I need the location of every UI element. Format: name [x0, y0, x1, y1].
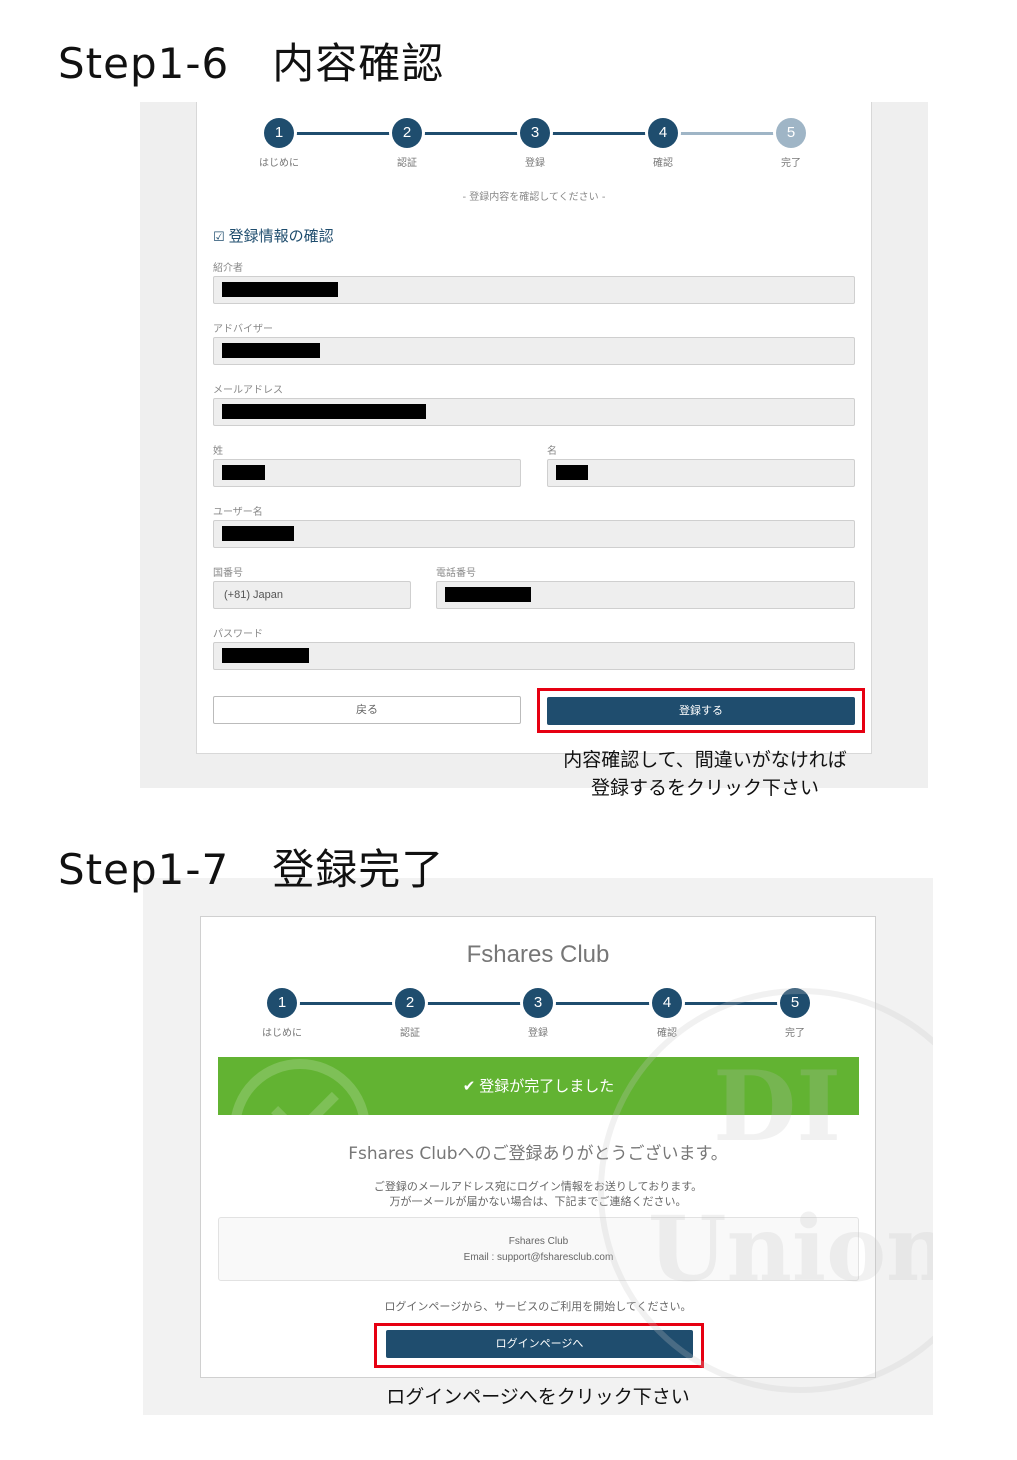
password-field	[213, 642, 855, 670]
step-label: 完了	[781, 158, 801, 169]
username-field	[213, 520, 855, 548]
section-title-text: 登録情報の確認	[228, 227, 334, 245]
password-label: パスワード	[213, 629, 263, 640]
caption-line: 登録するをクリック下さい	[590, 777, 819, 799]
first-name-field	[547, 459, 855, 487]
confirm-screenshot: 1 はじめに 2 認証 3 登録 4 確認 5 完了 - 登録内容を確認してくだ…	[140, 102, 928, 788]
advisor-field	[213, 337, 855, 365]
confirm-note: - 登録内容を確認してください -	[462, 192, 606, 203]
step-label: 認証	[400, 1028, 420, 1039]
email-field	[213, 398, 855, 426]
complete-caption: ログインページへをクリック下さい	[386, 1386, 690, 1408]
complete-screenshot: Fshares Club 1 はじめに 2 認証 3 登録 4 確認 5 完了	[143, 878, 933, 1415]
step-number: 2	[395, 988, 425, 1018]
country-code-label: 国番号	[213, 568, 243, 579]
redaction	[222, 526, 294, 541]
progress-stepper: 1 はじめに 2 認証 3 登録 4 確認 5 完了	[197, 118, 873, 178]
country-code-field: (+81) Japan	[213, 581, 411, 609]
step-number: 1	[264, 118, 294, 148]
step-number: 4	[648, 118, 678, 148]
caption-line: 内容確認して、間違いがなければ	[563, 749, 847, 771]
back-button[interactable]: 戻る	[213, 696, 521, 724]
step-label: 確認	[653, 158, 673, 169]
brand-title: Fshares Club	[466, 941, 610, 968]
step-1: 1 はじめに	[252, 988, 312, 1039]
step-number: 3	[520, 118, 550, 148]
referrer-label: 紹介者	[213, 263, 243, 274]
step-label: はじめに	[262, 1028, 302, 1039]
step-number: 4	[652, 988, 682, 1018]
step-number: 2	[392, 118, 422, 148]
check-circle-icon	[230, 1059, 370, 1115]
redaction	[222, 282, 338, 297]
redaction	[222, 404, 426, 419]
confirm-caption: 内容確認して、間違いがなければ 登録するをクリック下さい	[535, 746, 875, 802]
edit-icon: ☑	[213, 230, 225, 245]
section-title: ☑ 登録情報の確認	[213, 225, 334, 246]
referrer-field	[213, 276, 855, 304]
phone-field	[436, 581, 855, 609]
step-1-7-heading: Step1-7 登録完了	[58, 845, 445, 894]
redaction	[445, 587, 531, 602]
step-label: 登録	[528, 1028, 548, 1039]
step-3: 3 登録	[508, 988, 568, 1039]
redaction	[556, 465, 588, 480]
step-5: 5 完了	[761, 118, 821, 169]
redaction	[222, 343, 320, 358]
step-2: 2 認証	[380, 988, 440, 1039]
highlight-box	[537, 688, 865, 733]
last-name-field	[213, 459, 521, 487]
username-label: ユーザー名	[213, 507, 263, 518]
phone-label: 電話番号	[436, 568, 476, 579]
check-icon: ✔	[462, 1077, 476, 1095]
redaction	[222, 648, 309, 663]
step-2: 2 認証	[377, 118, 437, 169]
step-number: 5	[776, 118, 806, 148]
step-3: 3 登録	[505, 118, 565, 169]
watermark-text: Union	[648, 1196, 933, 1302]
step-number: 1	[267, 988, 297, 1018]
confirm-card: 1 はじめに 2 認証 3 登録 4 確認 5 完了 - 登録内容を確認してくだ…	[196, 102, 872, 754]
step-label: 登録	[525, 158, 545, 169]
success-message: 登録が完了しました	[479, 1077, 615, 1095]
email-label: メールアドレス	[213, 385, 283, 396]
step-1-6-heading: Step1-6 内容確認	[58, 39, 445, 88]
step-1: 1 はじめに	[249, 118, 309, 169]
advisor-label: アドバイザー	[213, 324, 273, 335]
step-number: 3	[523, 988, 553, 1018]
step-label: 認証	[397, 158, 417, 169]
last-name-label: 姓	[213, 446, 223, 457]
step-label: はじめに	[259, 158, 299, 169]
first-name-label: 名	[547, 446, 557, 457]
redaction	[222, 465, 265, 480]
watermark-text: DI	[713, 1050, 842, 1163]
step-4: 4 確認	[633, 118, 693, 169]
